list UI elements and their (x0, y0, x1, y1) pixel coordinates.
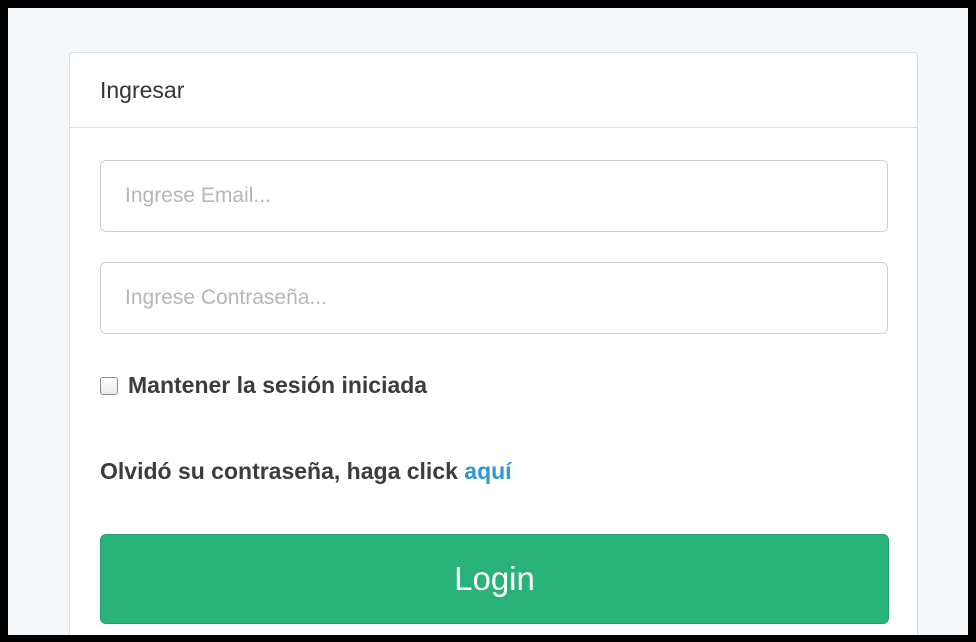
password-input[interactable] (100, 262, 888, 334)
page-viewport: Ingresar Mantener la sesión iniciada Olv… (8, 8, 968, 635)
remember-label: Mantener la sesión iniciada (128, 372, 428, 398)
forgot-password-link[interactable]: aquí (464, 458, 511, 484)
remember-checkbox[interactable] (100, 376, 118, 395)
forgot-password-prefix: Olvidó su contraseña, haga click (100, 458, 458, 484)
login-panel: Ingresar Mantener la sesión iniciada Olv… (69, 52, 918, 635)
forgot-password-text: Olvidó su contraseña, haga click aquí (100, 458, 512, 485)
panel-heading: Ingresar (70, 53, 917, 128)
login-button[interactable]: Login (100, 534, 889, 624)
email-input[interactable] (100, 160, 888, 232)
remember-me[interactable]: Mantener la sesión iniciada (100, 372, 427, 399)
